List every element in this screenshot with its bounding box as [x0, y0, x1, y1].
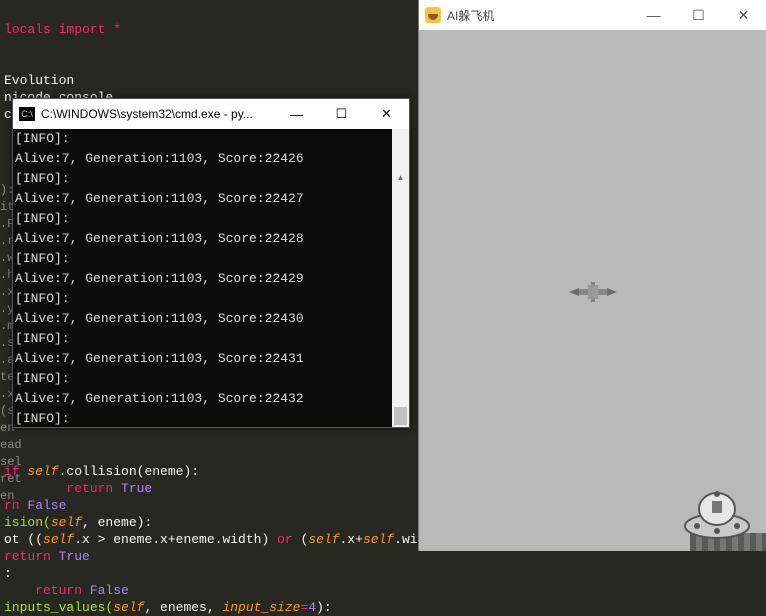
cmd-titlebar[interactable]: C:\ C:\WINDOWS\system32\cmd.exe - py... … — [13, 99, 409, 129]
ufo-enemy-icon — [682, 481, 752, 543]
game-app-icon — [425, 7, 441, 23]
cmd-line: [INFO]: — [15, 129, 407, 149]
cmd-line: [INFO]: — [15, 369, 407, 389]
game-minimize-button[interactable]: — — [631, 0, 676, 30]
game-close-button[interactable]: ✕ — [721, 0, 766, 30]
game-window[interactable]: AI躲飞机 — ☐ ✕ — [418, 0, 766, 551]
cmd-scrollbar[interactable]: ▴ ▾ — [392, 129, 409, 427]
cmd-line: Alive:7, Generation:1103, Score:22429 — [15, 269, 407, 289]
cmd-line: Alive:7, Generation:1103, Score:22427 — [15, 189, 407, 209]
cmd-line: Alive:7, Generation:1103, Score:22432 — [15, 389, 407, 409]
cmd-line: [INFO]: — [15, 289, 407, 309]
cmd-line: [INFO]: — [15, 329, 407, 349]
cmd-line: Alive:7, Generation:1103, Score:22430 — [15, 309, 407, 329]
player-plane-icon — [569, 280, 617, 304]
maximize-button[interactable]: ☐ — [319, 99, 364, 129]
cmd-line: Alive:7, Generation:1103, Score:22428 — [15, 229, 407, 249]
game-titlebar[interactable]: AI躲飞机 — ☐ ✕ — [419, 0, 766, 30]
scroll-up-arrow[interactable]: ▴ — [392, 169, 409, 186]
cmd-line: Alive:7, Generation:1103, Score:22426 — [15, 149, 407, 169]
cmd-line: [INFO]: — [15, 409, 407, 427]
cmd-window[interactable]: C:\ C:\WINDOWS\system32\cmd.exe - py... … — [12, 98, 410, 428]
game-title: AI躲飞机 — [447, 7, 631, 24]
minimize-button[interactable]: — — [274, 99, 319, 129]
scroll-down-arrow[interactable]: ▾ — [392, 410, 409, 427]
close-button[interactable]: ✕ — [364, 99, 409, 129]
game-canvas[interactable] — [419, 30, 766, 551]
cmd-line: [INFO]: — [15, 169, 407, 189]
game-maximize-button[interactable]: ☐ — [676, 0, 721, 30]
cmd-icon: C:\ — [19, 107, 35, 121]
cmd-line: Alive:7, Generation:1103, Score:22431 — [15, 349, 407, 369]
cmd-line: [INFO]: — [15, 249, 407, 269]
cmd-title: C:\WINDOWS\system32\cmd.exe - py... — [41, 107, 274, 121]
cmd-line: [INFO]: — [15, 209, 407, 229]
cmd-output-area[interactable]: [INFO]:Alive:7, Generation:1103, Score:2… — [13, 129, 409, 427]
